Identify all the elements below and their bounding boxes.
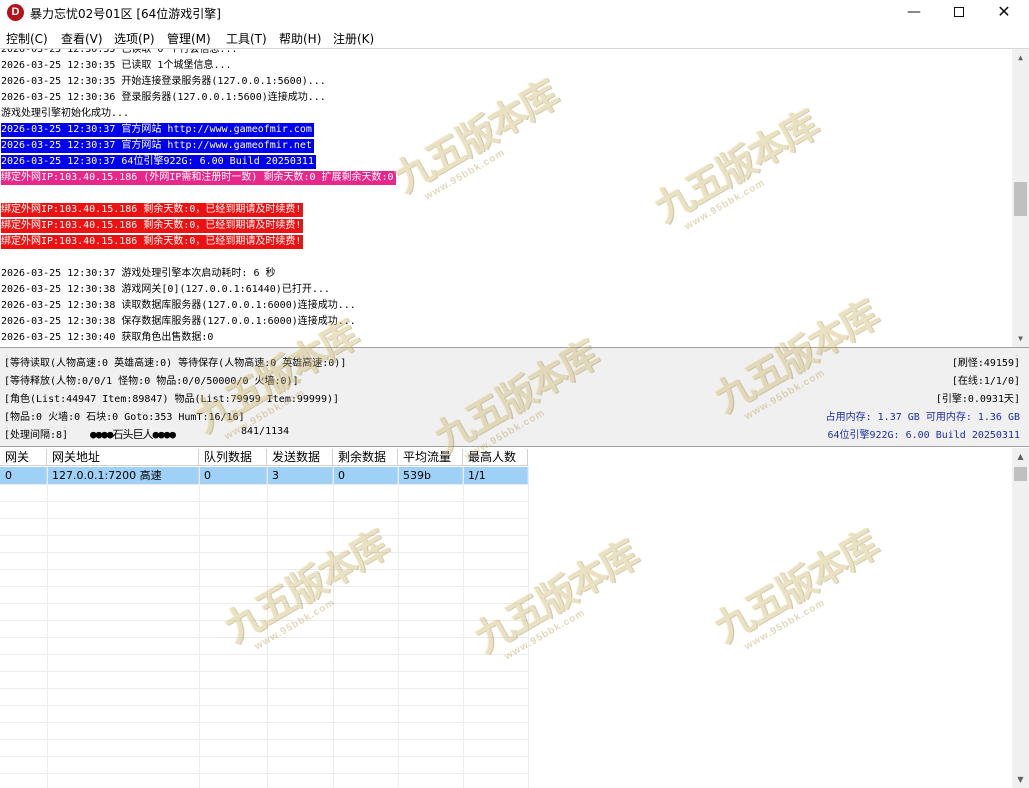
grid-row-line bbox=[0, 620, 528, 621]
status-wait-read: [等待读取(人物高速:0 英雄高速:0) 等待保存(人物高速:0 英雄高速:0)… bbox=[4, 358, 347, 369]
log-line-expired: 绑定外网IP:103.40.15.186 剩余天数:0，已经到期请及时续费! bbox=[1, 203, 304, 217]
cell-gateway-id: 0 bbox=[0, 467, 47, 484]
cell-remaining: 0 bbox=[333, 467, 398, 484]
status-wait-release: [等待释放(人物:0/0/1 怪物:0 物品:0/0/50000/0 火墙:0)… bbox=[4, 376, 299, 387]
status-objects: [物品:0 火墙:0 石块:0 Goto:353 HumT:16/16] bbox=[4, 412, 245, 423]
scroll-down-icon[interactable]: ▼ bbox=[1012, 771, 1029, 788]
grid-column-line bbox=[333, 466, 334, 788]
status-monster-refresh: [刷怪:49159] bbox=[951, 358, 1020, 369]
status-memory: 占用内存: 1.37 GB 可用内存: 1.36 GB bbox=[825, 412, 1020, 423]
log-line: 2026-03-25 12:30:35 开始连接登录服务器(127.0.0.1:… bbox=[1, 76, 326, 87]
grid-row-line bbox=[0, 671, 528, 672]
grid-row-line bbox=[0, 501, 528, 502]
status-engine-version: 64位引擎922G: 6.00 Build 20250311 bbox=[827, 430, 1020, 441]
grid-column-line bbox=[47, 466, 48, 788]
log-line: 2026-03-25 12:30:38 保存数据库服务器(127.0.0.1:6… bbox=[1, 316, 356, 327]
log-line: 2026-03-25 12:30:35 已读取 0 个行会信息... bbox=[1, 49, 238, 55]
grid-column-line bbox=[267, 466, 268, 788]
cell-gateway-addr: 127.0.0.1:7200 高速 bbox=[47, 467, 199, 484]
status-engine-days: [引擎:0.0931天] bbox=[935, 394, 1020, 405]
menu-view[interactable]: 查看(V) bbox=[61, 30, 103, 47]
menu-register[interactable]: 注册(K) bbox=[333, 30, 374, 47]
table-scrollbar[interactable]: ▲ ▼ bbox=[1012, 448, 1029, 788]
grid-column-line bbox=[398, 466, 399, 788]
cell-sent: 3 bbox=[267, 467, 333, 484]
menu-bar: 控制(C) 查看(V) 选项(P) 管理(M) 工具(T) 帮助(H) 注册(K… bbox=[0, 27, 1029, 48]
cell-max-users: 1/1 bbox=[463, 467, 528, 484]
table-row[interactable]: 0 127.0.0.1:7200 高速 0 3 0 539b 1/1 bbox=[0, 467, 528, 484]
gateway-table-header: 网关 网关地址 队列数据 发送数据 剩余数据 平均流量 最高人数 bbox=[0, 449, 528, 466]
grid-row-line bbox=[0, 586, 528, 587]
app-logo-icon: D bbox=[7, 4, 24, 21]
menu-control[interactable]: 控制(C) bbox=[6, 30, 48, 47]
column-header[interactable]: 队列数据 bbox=[199, 449, 267, 466]
menu-tools[interactable]: 工具(T) bbox=[226, 30, 267, 47]
grid-row-line bbox=[0, 603, 528, 604]
scroll-up-icon[interactable]: ▲ bbox=[1012, 448, 1029, 465]
status-roles: [角色(List:44947 Item:89847) 物品(List:79999… bbox=[4, 394, 340, 405]
grid-row-line bbox=[0, 637, 528, 638]
log-line-bind-ip: 绑定外网IP:103.40.15.186 (外网IP需和注册时一致) 剩余天数:… bbox=[1, 171, 396, 185]
log-line: 2026-03-25 12:30:38 游戏网关[0](127.0.0.1:61… bbox=[1, 284, 330, 295]
window-title: 暴力忘忧02号01区 [64位游戏引擎] bbox=[30, 7, 221, 21]
log-scrollbar[interactable]: ▲ ▼ bbox=[1012, 49, 1029, 347]
menu-manage[interactable]: 管理(M) bbox=[167, 30, 211, 47]
status-process-count: 841/1134 bbox=[241, 426, 290, 437]
column-header[interactable]: 网关地址 bbox=[47, 449, 199, 466]
log-line: 2026-03-25 12:30:40 获取角色出售数据:0 bbox=[1, 332, 214, 343]
grid-row-line bbox=[0, 569, 528, 570]
column-header[interactable]: 平均流量 bbox=[398, 449, 463, 466]
log-line: 游戏处理引擎初始化成功... bbox=[1, 108, 130, 119]
grid-column-line bbox=[463, 466, 464, 788]
grid-column-line bbox=[528, 466, 529, 788]
log-line-official-site: 2026-03-25 12:30:37 官方网站 http://www.game… bbox=[1, 139, 314, 153]
title-bar[interactable]: D 暴力忘忧02号01区 [64位游戏引擎] — ✕ bbox=[0, 0, 1029, 26]
log-pane[interactable]: 2026-03-25 12:30:35 已读取 0 个行会信息... 2026-… bbox=[0, 49, 1029, 347]
grid-row-line bbox=[0, 552, 528, 553]
grid-row-line bbox=[0, 688, 528, 689]
grid-row-line bbox=[0, 773, 528, 774]
grid-row-line bbox=[0, 756, 528, 757]
close-button[interactable]: ✕ bbox=[981, 0, 1027, 26]
menu-options[interactable]: 选项(P) bbox=[114, 30, 155, 47]
scroll-down-icon[interactable]: ▼ bbox=[1012, 330, 1029, 347]
grid-row-line bbox=[0, 705, 528, 706]
minimize-button[interactable]: — bbox=[891, 0, 937, 26]
grid-row-line bbox=[0, 535, 528, 536]
status-process-interval: [处理间隔:8] bbox=[4, 430, 69, 441]
grid-column-line bbox=[199, 466, 200, 788]
grid-row-line bbox=[0, 518, 528, 519]
log-line: 2026-03-25 12:30:37 游戏处理引擎本次启动耗时: 6 秒 bbox=[1, 268, 276, 279]
log-scroll-thumb[interactable] bbox=[1014, 182, 1027, 216]
log-line-official-site: 2026-03-25 12:30:37 官方网站 http://www.game… bbox=[1, 123, 314, 137]
log-line-expired: 绑定外网IP:103.40.15.186 剩余天数:0，已经到期请及时续费! bbox=[1, 235, 304, 249]
maximize-icon bbox=[954, 7, 964, 17]
status-panel: [等待读取(人物高速:0 英雄高速:0) 等待保存(人物高速:0 英雄高速:0)… bbox=[0, 347, 1029, 447]
column-header[interactable]: 最高人数 bbox=[463, 449, 528, 466]
grid-row-line bbox=[0, 722, 528, 723]
log-line: 2026-03-25 12:30:36 登录服务器(127.0.0.1:5600… bbox=[1, 92, 326, 103]
grid-row-line bbox=[0, 654, 528, 655]
log-line: 2026-03-25 12:30:38 读取数据库服务器(127.0.0.1:6… bbox=[1, 300, 356, 311]
menu-help[interactable]: 帮助(H) bbox=[279, 30, 321, 47]
status-process-indicator: ●●●●石头巨人●●●● bbox=[90, 428, 176, 441]
table-scroll-thumb[interactable] bbox=[1014, 467, 1027, 481]
scroll-up-icon[interactable]: ▲ bbox=[1012, 49, 1029, 66]
gateway-table[interactable]: 网关 网关地址 队列数据 发送数据 剩余数据 平均流量 最高人数 0 127.0… bbox=[0, 448, 1029, 788]
status-online: [在线:1/1/0] bbox=[951, 376, 1020, 387]
cell-avg-traffic: 539b bbox=[398, 467, 463, 484]
log-line-expired: 绑定外网IP:103.40.15.186 剩余天数:0，已经到期请及时续费! bbox=[1, 219, 304, 233]
cell-queue: 0 bbox=[199, 467, 267, 484]
column-header[interactable]: 剩余数据 bbox=[333, 449, 398, 466]
log-line-engine-version: 2026-03-25 12:30:37 64位引擎922G: 6.00 Buil… bbox=[1, 155, 316, 169]
log-line: 2026-03-25 12:30:35 已读取 1个城堡信息... bbox=[1, 60, 232, 71]
column-header[interactable]: 发送数据 bbox=[267, 449, 333, 466]
column-header[interactable]: 网关 bbox=[0, 449, 47, 466]
grid-row-line bbox=[0, 739, 528, 740]
maximize-button[interactable] bbox=[936, 0, 982, 26]
grid-row-line bbox=[0, 484, 528, 485]
